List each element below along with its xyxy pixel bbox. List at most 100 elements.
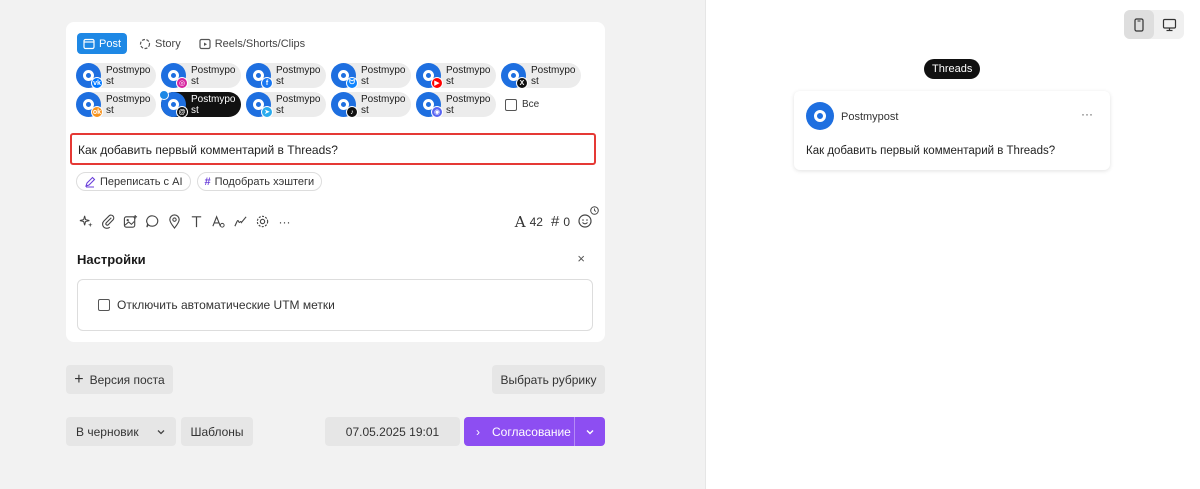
discord-icon: ◉ [431, 106, 443, 118]
account-chip-bluesky[interactable]: ᗢ Postmypost [331, 63, 411, 89]
selected-check-icon [159, 90, 169, 100]
image-icon[interactable] [122, 213, 139, 230]
story-icon [139, 38, 151, 49]
network-badge[interactable]: Threads [924, 59, 981, 79]
account-chip-x[interactable]: X Postmypost [501, 63, 581, 89]
account-name: Postmypost [191, 64, 236, 87]
account-row: ok Postmypost @ Postmypost ➤ Postmypost ♪ Postm… [76, 90, 601, 118]
draft-dropdown[interactable]: В черновик [66, 417, 176, 446]
plus-icon: + [74, 370, 84, 388]
counters: A 42 # 0 [514, 206, 599, 231]
account-name: Postmypost [276, 64, 321, 87]
location-icon[interactable] [166, 213, 183, 230]
editor-toolbar: ··· [78, 213, 293, 230]
tab-story[interactable]: Story [133, 33, 187, 54]
mobile-view-icon[interactable] [1124, 10, 1154, 39]
post-type-tabs: Post Story Reels/Shorts/Clips [77, 33, 311, 54]
post-version-button[interactable]: + Версия поста [66, 365, 173, 394]
account-name: Postmypost [106, 93, 151, 116]
youtube-icon: ▶ [431, 77, 443, 89]
account-name: Postmypost [361, 93, 406, 116]
templates-button[interactable]: Шаблоны [181, 417, 253, 446]
tab-post-label: Post [99, 37, 122, 50]
account-chip-ok[interactable]: ok Postmypost [76, 92, 156, 118]
select-all-label: Все [522, 99, 540, 110]
ok-icon: ok [91, 106, 103, 118]
hashtag-count: 0 [563, 214, 570, 229]
account-name: Postmypost [191, 93, 236, 116]
more-icon[interactable]: ··· [1081, 107, 1093, 121]
tab-reels[interactable]: Reels/Shorts/Clips [193, 33, 311, 54]
vk-icon: vk [91, 77, 103, 89]
post-composer-card: Post Story Reels/Shorts/Clips vk Postmypo… [66, 22, 605, 342]
text-format-icon[interactable] [188, 213, 205, 230]
account-chip-tiktok[interactable]: ♪ Postmypost [331, 92, 411, 118]
utm-checkbox[interactable] [98, 299, 110, 311]
account-chip-instagram[interactable]: ◎ Postmypost [161, 63, 241, 89]
account-row: vk Postmypost ◎ Postmypost f Postmypost ᗢ Postm… [76, 63, 601, 89]
rewrite-ai-label: Переписать с AI [100, 175, 183, 188]
font-style-icon[interactable] [210, 213, 227, 230]
post-icon [83, 38, 95, 49]
account-chip-vk[interactable]: vk Postmypost [76, 63, 156, 89]
clock-icon [590, 206, 599, 215]
post-preview-card: Postmypost ··· Как добавить первый комме… [794, 91, 1110, 170]
settings-box: Отключить автоматические UTM метки [77, 279, 593, 331]
char-count: 42 [529, 214, 543, 229]
gear-icon[interactable] [254, 213, 271, 230]
rewrite-ai-button[interactable]: Переписать с AI [76, 172, 191, 191]
more-icon[interactable]: ··· [276, 213, 293, 230]
draft-label: В черновик [76, 424, 139, 439]
preview-post-text: Как добавить первый комментарий в Thread… [806, 145, 1056, 157]
tab-reels-label: Reels/Shorts/Clips [214, 37, 306, 50]
hashtag-count-icon: # [550, 213, 560, 230]
account-chip-youtube[interactable]: ▶ Postmypost [416, 63, 496, 89]
account-name: Postmypost [361, 64, 406, 87]
post-version-label: Версия поста [89, 372, 165, 387]
account-name: Postmypost [106, 64, 151, 87]
comment-icon[interactable] [144, 213, 161, 230]
device-toggle [1124, 10, 1184, 39]
account-name: Postmypost [446, 64, 491, 87]
account-chip-facebook[interactable]: f Postmypost [246, 63, 326, 89]
paperclip-icon[interactable] [100, 213, 117, 230]
close-icon[interactable]: × [577, 251, 585, 266]
account-chip-telegram[interactable]: ➤ Postmypost [246, 92, 326, 118]
post-text-input[interactable]: Как добавить первый комментарий в Thread… [70, 133, 596, 165]
account-name: Postmypost [276, 93, 321, 116]
signature-icon[interactable] [232, 213, 249, 230]
font-size-icon: A [514, 212, 526, 231]
telegram-icon: ➤ [261, 106, 273, 118]
facebook-icon: f [261, 77, 273, 89]
preview-account-name: Postmypost [841, 111, 899, 123]
account-name: Postmypost [531, 64, 576, 87]
select-all[interactable]: Все [505, 98, 540, 111]
instagram-icon: ◎ [176, 77, 188, 89]
chevron-down-icon [157, 429, 165, 434]
chevron-right-icon: › [476, 424, 480, 439]
avatar [806, 102, 834, 130]
approval-button[interactable]: › Согласование [464, 417, 605, 446]
select-all-checkbox[interactable] [505, 98, 517, 111]
pen-icon [85, 176, 96, 187]
sparkle-icon[interactable] [78, 213, 95, 230]
tab-post[interactable]: Post [77, 33, 128, 54]
x-icon: X [516, 77, 528, 89]
approval-label: Согласование [492, 424, 571, 439]
desktop-view-icon[interactable] [1154, 10, 1184, 39]
settings-title: Настройки [77, 252, 146, 267]
tab-story-label: Story [155, 37, 181, 50]
text-actions: Переписать с AI # Подобрать хэштеги [76, 172, 323, 191]
bluesky-icon: ᗢ [346, 77, 358, 89]
account-selector: vk Postmypost ◎ Postmypost f Postmypost ᗢ Postm… [76, 63, 601, 121]
hashtags-button[interactable]: # Подобрать хэштеги [196, 172, 323, 191]
approval-dropdown-icon[interactable] [574, 417, 605, 446]
account-chip-discord[interactable]: ◉ Postmypost [416, 92, 496, 118]
datetime-field[interactable]: 07.05.2025 19:01 [325, 417, 460, 446]
tiktok-icon: ♪ [346, 106, 358, 118]
emoji-icon[interactable] [577, 206, 599, 231]
account-chip-threads[interactable]: @ Postmypost [159, 90, 241, 118]
hash-icon: # [204, 175, 211, 188]
choose-rubric-button[interactable]: Выбрать рубрику [492, 365, 605, 394]
composer-panel: Post Story Reels/Shorts/Clips vk Postmypo… [0, 0, 705, 489]
